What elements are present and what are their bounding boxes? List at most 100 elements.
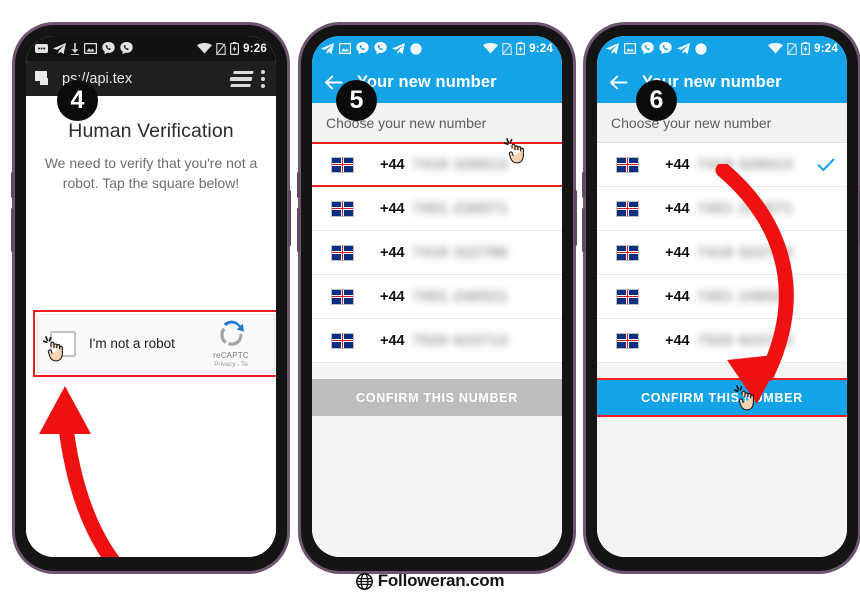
- list-spacer: [312, 363, 562, 379]
- download-icon: [71, 42, 79, 55]
- telegram-icon: [53, 42, 66, 54]
- status-bar-clock-3: 9:24: [814, 42, 838, 55]
- kebab-menu-icon[interactable]: [261, 69, 265, 88]
- back-arrow-icon[interactable]: [609, 73, 628, 92]
- masked-phone-number: 7520 623713: [697, 332, 794, 349]
- list-subheader-3: Choose your new number: [597, 103, 847, 143]
- uk-flag-icon: [331, 200, 354, 217]
- viber-icon: [641, 42, 654, 55]
- dot-icon: [410, 42, 422, 55]
- number-row-selected[interactable]: +44 7418 326013: [597, 143, 847, 187]
- wifi-icon: [768, 43, 784, 54]
- uk-flag-icon: [616, 332, 639, 349]
- country-code: +44: [665, 156, 690, 173]
- telegram-icon: [321, 42, 334, 54]
- battery-icon: [230, 42, 240, 55]
- list-spacer: [597, 363, 847, 379]
- recaptcha-highlight-box: I'm not a robot reCAPTC Privacy - Te: [33, 310, 276, 377]
- curved-arrow-up: [39, 386, 120, 557]
- viber-icon: [120, 42, 133, 55]
- country-code: +44: [380, 244, 405, 261]
- app-bar-title-2: Your new number: [357, 72, 497, 91]
- phone-screen-3: 9:24 Your new number Choose your new num…: [597, 36, 847, 557]
- tab-switcher-icon[interactable]: [35, 71, 52, 86]
- volume-down-button[interactable]: [297, 208, 300, 252]
- volume-up-button[interactable]: [297, 172, 300, 198]
- status-bar-left-icons-3: [606, 42, 707, 55]
- status-bar-left-icons-1: [35, 42, 133, 55]
- confirm-number-button[interactable]: CONFIRM THIS NUMBER: [312, 379, 562, 416]
- uk-flag-icon: [616, 200, 639, 217]
- recaptcha-label: I'm not a robot: [89, 336, 175, 351]
- masked-phone-number: 7418 326013: [412, 156, 509, 173]
- telegram-icon: [392, 42, 405, 54]
- number-row[interactable]: +44 7520 623713: [312, 319, 562, 363]
- recaptcha-widget[interactable]: I'm not a robot reCAPTC Privacy - Te: [37, 314, 275, 373]
- uk-flag-icon: [331, 332, 354, 349]
- masked-phone-number: 7451 246521: [697, 288, 794, 305]
- status-bar-right-icons-2: 9:24: [483, 42, 553, 55]
- viber-icon: [659, 42, 672, 55]
- app-bar-3: Your new number: [597, 61, 847, 103]
- recaptcha-brand-text: reCAPTC: [213, 351, 249, 360]
- volume-up-button[interactable]: [11, 172, 14, 198]
- status-bar-left-icons-2: [321, 42, 422, 55]
- number-list-2: +44 7418 326013 +44 7451 238571 +44 7418…: [312, 142, 562, 363]
- number-row[interactable]: +44 7451 238571: [312, 187, 562, 231]
- country-code: +44: [380, 288, 405, 305]
- power-button[interactable]: [288, 190, 291, 246]
- volume-down-button[interactable]: [582, 208, 585, 252]
- dot-icon: [695, 42, 707, 55]
- sim-icon: [35, 44, 48, 53]
- masked-phone-number: 7520 623713: [412, 332, 509, 349]
- power-button[interactable]: [574, 190, 577, 246]
- recaptcha-legal-text: Privacy - Te: [214, 361, 248, 368]
- page-background-fill: [312, 416, 562, 557]
- selected-check-icon: [817, 158, 835, 171]
- phone-mockup-3: 9:24 Your new number Choose your new num…: [582, 22, 860, 574]
- tap-hand-cursor: [43, 336, 63, 362]
- status-bar-clock-1: 9:26: [243, 42, 267, 55]
- status-bar-3: 9:24: [597, 36, 847, 61]
- brand-name: Followeran.com: [377, 571, 505, 590]
- tap-hand-cursor: [734, 385, 754, 411]
- uk-flag-icon: [616, 244, 639, 261]
- footer-watermark: Followeran.com: [0, 568, 860, 594]
- number-row[interactable]: +44 7520 623713: [597, 319, 847, 363]
- number-row[interactable]: +44 7418 322786: [597, 231, 847, 275]
- status-bar-right-icons-1: 9:26: [197, 42, 267, 55]
- telegram-icon: [606, 42, 619, 54]
- viber-icon: [102, 42, 115, 55]
- reader-stack-icon[interactable]: [228, 70, 254, 87]
- confirm-number-label: CONFIRM THIS NUMBER: [641, 390, 803, 405]
- phone-bezel-3: 9:24 Your new number Choose your new num…: [586, 25, 858, 571]
- uk-flag-icon: [616, 288, 639, 305]
- viber-icon: [356, 42, 369, 55]
- uk-flag-icon: [331, 156, 354, 173]
- number-row[interactable]: +44 7451 246521: [597, 275, 847, 319]
- volume-up-button[interactable]: [582, 172, 585, 198]
- number-row[interactable]: +44 7451 238571: [597, 187, 847, 231]
- step-badge-5: 5: [336, 80, 377, 121]
- uk-flag-icon: [616, 156, 639, 173]
- battery-icon: [801, 42, 811, 55]
- status-bar-1: 9:26: [26, 36, 276, 61]
- no-sim-icon: [502, 42, 512, 55]
- screenshot-icon: [339, 43, 351, 54]
- country-code: +44: [380, 332, 405, 349]
- status-bar-clock-2: 9:24: [529, 42, 553, 55]
- country-code: +44: [380, 200, 405, 217]
- status-bar-2: 9:24: [312, 36, 562, 61]
- step-badge-4: 4: [57, 80, 98, 121]
- number-row[interactable]: +44 7418 322786: [312, 231, 562, 275]
- volume-down-button[interactable]: [11, 208, 14, 252]
- confirm-number-button[interactable]: CONFIRM THIS NUMBER: [597, 378, 847, 417]
- phone-mockup-1: 9:26 ps://api.tex Human Verification We …: [11, 22, 291, 574]
- screenshot-canvas: 9:26 ps://api.tex Human Verification We …: [0, 0, 860, 600]
- globe-icon: [355, 572, 373, 590]
- country-code: +44: [665, 200, 690, 217]
- number-row[interactable]: +44 7451 246521: [312, 275, 562, 319]
- screenshot-icon: [84, 43, 97, 54]
- viber-icon: [374, 42, 387, 55]
- uk-flag-icon: [331, 288, 354, 305]
